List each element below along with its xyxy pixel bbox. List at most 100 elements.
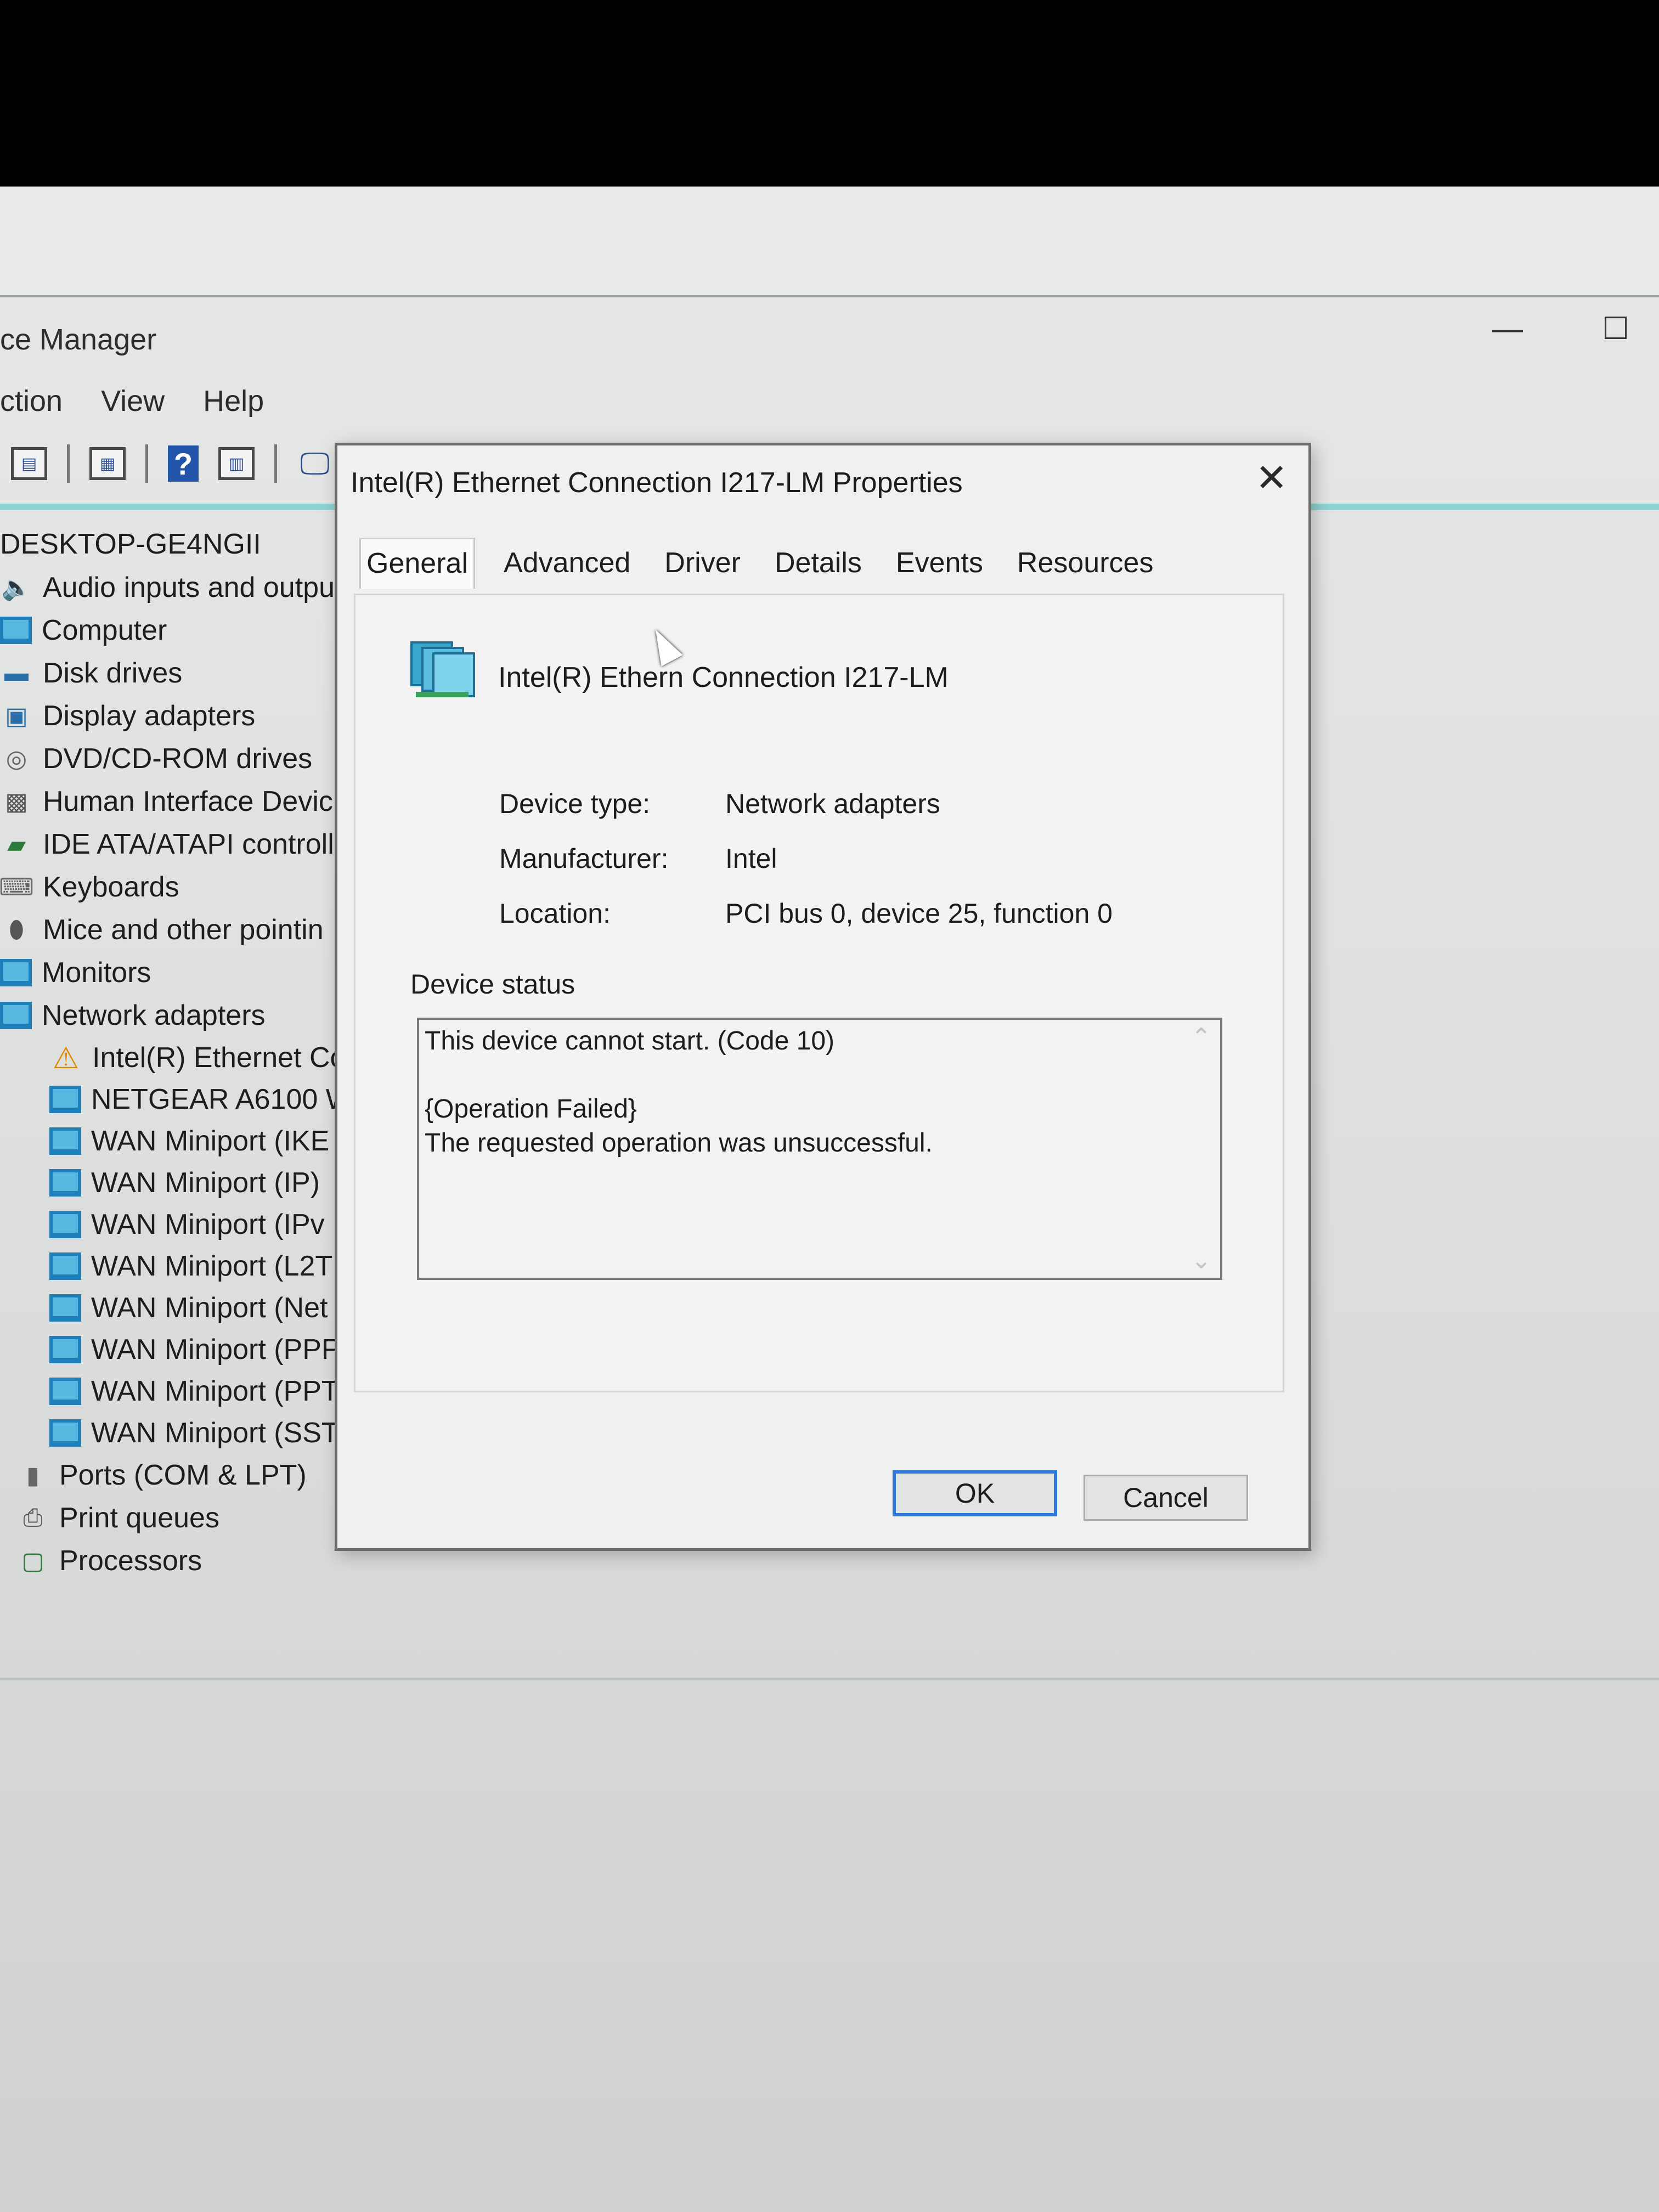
tree-item-ports[interactable]: ▮ Ports (COM & LPT) <box>0 1454 351 1497</box>
tree-item-label: Audio inputs and outpu <box>43 572 335 603</box>
network-icon <box>49 1419 81 1447</box>
tree-item-label: Human Interface Devic <box>43 786 333 817</box>
desktop-strip <box>0 187 1659 296</box>
tree-item-dvd[interactable]: ◎ DVD/CD-ROM drives <box>0 737 351 780</box>
scroll-down-icon[interactable]: ⌄ <box>1191 1246 1211 1274</box>
disk-icon: ▬ <box>4 659 29 686</box>
tree-item-label: Print queues <box>59 1502 219 1534</box>
device-properties: Device type: Network adapters Manufactur… <box>499 776 1113 941</box>
computer-icon <box>0 617 32 644</box>
toolbar-separator <box>67 444 70 483</box>
tree-item-monitors[interactable]: Monitors <box>0 951 351 994</box>
tree-item-label: Keyboards <box>43 871 179 903</box>
tree-item-label: DVD/CD-ROM drives <box>43 743 313 775</box>
toolbar-separator <box>274 444 277 483</box>
tab-details[interactable]: Details <box>769 542 867 589</box>
property-row-device-type: Device type: Network adapters <box>499 776 1113 831</box>
tree-item-label: Disk drives <box>43 657 183 689</box>
tree-item-label: WAN Miniport (L2T <box>91 1250 333 1282</box>
window-border <box>0 295 1659 297</box>
tree-item-disk-drives[interactable]: ▬ Disk drives <box>0 652 351 695</box>
port-icon: ▮ <box>26 1462 40 1489</box>
tree-item-label: IDE ATA/ATAPI controlle <box>43 828 350 860</box>
close-icon[interactable]: ✕ <box>1255 459 1288 497</box>
tree-item-hid[interactable]: ▩ Human Interface Devic <box>0 780 351 823</box>
tree-item-wan-ike[interactable]: WAN Miniport (IKE <box>0 1120 351 1162</box>
tree-item-computer[interactable]: Computer <box>0 609 351 652</box>
tree-item-wan-pptp[interactable]: WAN Miniport (PPT <box>0 1370 351 1412</box>
network-icon <box>49 1378 81 1405</box>
tree-item-wan-l2tp[interactable]: WAN Miniport (L2T <box>0 1245 351 1287</box>
menu-action[interactable]: ction <box>0 384 63 428</box>
network-icon <box>49 1336 81 1363</box>
hid-icon: ▩ <box>5 788 28 815</box>
tree-item-label: WAN Miniport (SST <box>91 1417 339 1449</box>
tree-item-keyboards[interactable]: ⌨ Keyboards <box>0 866 351 909</box>
tree-item-wan-pppoe[interactable]: WAN Miniport (PPF <box>0 1329 351 1370</box>
scroll-up-icon[interactable]: ⌃ <box>1191 1023 1211 1051</box>
menu-help[interactable]: Help <box>203 384 264 428</box>
tree-item-mice[interactable]: ⬮ Mice and other pointin <box>0 909 351 951</box>
device-name: Intel(R) Ethern Connection I217-LM <box>498 662 949 693</box>
processor-icon: ▢ <box>21 1547 44 1575</box>
toolbar-separator <box>145 444 148 483</box>
property-value: PCI bus 0, device 25, function 0 <box>725 898 1113 929</box>
tab-general[interactable]: General <box>359 538 475 589</box>
dvd-icon: ◎ <box>5 745 27 772</box>
property-value: Intel <box>725 843 777 874</box>
tree-item-wan-ipv6[interactable]: WAN Miniport (IPv <box>0 1204 351 1245</box>
tree-item-intel-ethernet[interactable]: ⚠ Intel(R) Ethernet Co <box>0 1037 351 1079</box>
tree-item-wan-sstp[interactable]: WAN Miniport (SST <box>0 1412 351 1454</box>
update-driver-icon[interactable]: ▦ <box>89 447 126 480</box>
ok-button[interactable]: OK <box>893 1470 1057 1516</box>
property-label: Device type: <box>499 788 651 819</box>
property-row-location: Location: PCI bus 0, device 25, function… <box>499 886 1113 941</box>
property-label: Manufacturer: <box>499 843 669 874</box>
mouse-icon: ⬮ <box>9 916 24 943</box>
device-status-label: Device status <box>410 969 575 1000</box>
ide-icon: ▰ <box>7 831 26 858</box>
tree-item-wan-network-monitor[interactable]: WAN Miniport (Net <box>0 1287 351 1329</box>
window-title: ce Manager <box>0 323 157 356</box>
tab-driver[interactable]: Driver <box>659 542 746 589</box>
network-icon <box>49 1294 81 1322</box>
tab-resources[interactable]: Resources <box>1012 542 1159 589</box>
tree-item-display-adapters[interactable]: ▣ Display adapters <box>0 695 351 737</box>
properties-icon[interactable]: ▤ <box>11 447 47 480</box>
property-row-manufacturer: Manufacturer: Intel <box>499 831 1113 886</box>
monitor-icon <box>0 959 32 986</box>
tree-item-label: Computer <box>42 614 167 646</box>
tree-item-label: WAN Miniport (PPT <box>91 1375 339 1407</box>
tree-item-ide[interactable]: ▰ IDE ATA/ATAPI controlle <box>0 823 351 866</box>
tab-advanced[interactable]: Advanced <box>498 542 636 589</box>
printer-icon: ⎙ <box>23 1504 43 1531</box>
cancel-button[interactable]: Cancel <box>1084 1475 1248 1521</box>
network-icon <box>49 1127 81 1155</box>
tab-bar: General Advanced Driver Details Events R… <box>359 538 1159 589</box>
tree-item-processors[interactable]: ▢ Processors <box>0 1539 351 1582</box>
tree-item-wan-ip[interactable]: WAN Miniport (IP) <box>0 1162 351 1204</box>
maximize-button[interactable]: ☐ <box>1602 311 1629 347</box>
speaker-icon: 🔈 <box>1 574 32 601</box>
tree-item-label: WAN Miniport (PPF <box>91 1334 339 1365</box>
menu-view[interactable]: View <box>101 384 165 428</box>
device-status-textbox[interactable]: This device cannot start. (Code 10) {Ope… <box>417 1018 1222 1280</box>
tree-item-print-queues[interactable]: ⎙ Print queues <box>0 1497 351 1539</box>
property-value: Network adapters <box>725 788 940 819</box>
tree-item-audio[interactable]: 🔈 Audio inputs and outpu <box>0 566 351 609</box>
device-status-text: This device cannot start. (Code 10) {Ope… <box>425 1026 933 1158</box>
window-bottom-border <box>0 1678 1659 1680</box>
network-adapter-icon <box>410 641 475 697</box>
keyboard-icon: ⌨ <box>0 873 34 901</box>
tab-events[interactable]: Events <box>890 542 989 589</box>
property-label: Location: <box>499 898 611 929</box>
tree-root-computer[interactable]: DESKTOP-GE4NGII <box>0 522 351 566</box>
network-icon <box>49 1252 81 1280</box>
help-icon[interactable]: ? <box>168 445 199 482</box>
tree-item-label: Intel(R) Ethernet Co <box>92 1042 346 1074</box>
monitor-icon[interactable]: 🖵 <box>297 445 333 482</box>
tree-item-network-adapters[interactable]: Network adapters <box>0 994 351 1037</box>
minimize-button[interactable]: — <box>1492 311 1523 346</box>
view-icon[interactable]: ▥ <box>218 447 255 480</box>
tree-item-netgear[interactable]: NETGEAR A6100 Wi <box>0 1079 351 1120</box>
